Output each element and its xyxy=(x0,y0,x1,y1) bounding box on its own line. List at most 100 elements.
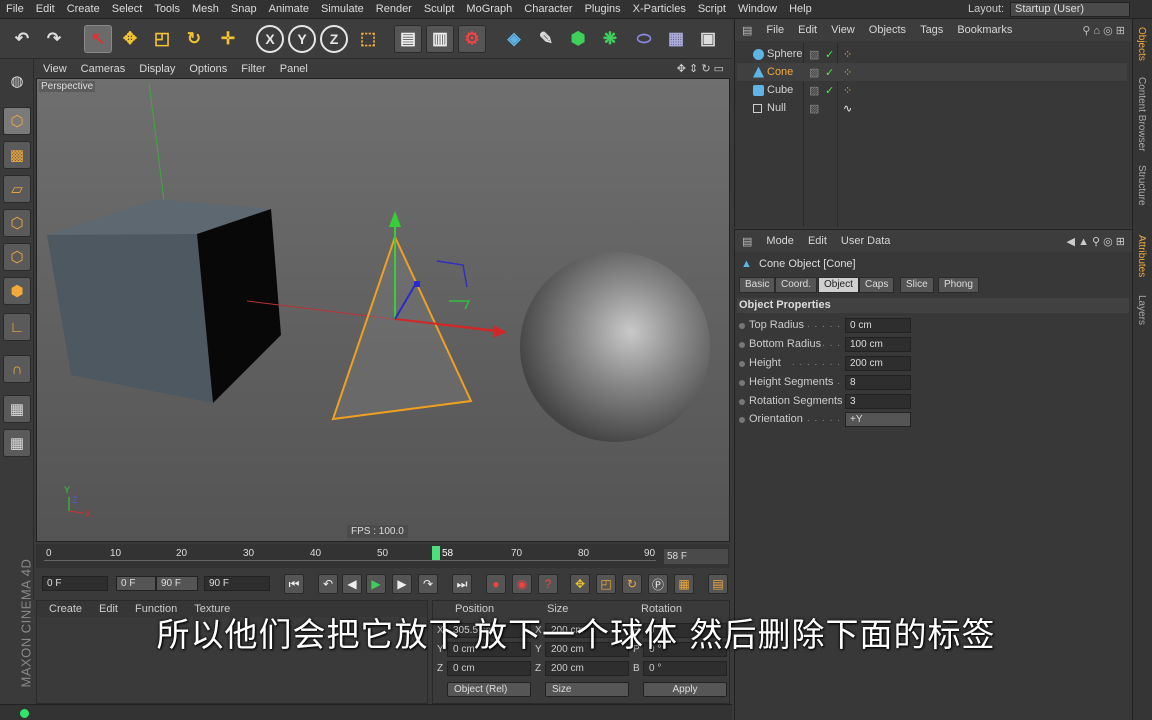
phong-tag-icon[interactable]: ⁘ xyxy=(843,48,852,61)
menu-sculpt[interactable]: Sculpt xyxy=(418,3,461,15)
menu-animate[interactable]: Animate xyxy=(263,3,315,15)
key-pla-icon[interactable]: ▦ xyxy=(674,574,694,594)
previous-key-icon[interactable]: ↶ xyxy=(318,574,338,594)
recent-tool-icon[interactable]: ✛ xyxy=(214,25,242,53)
next-key-icon[interactable]: ↷ xyxy=(418,574,438,594)
tab-object[interactable]: Object xyxy=(818,277,859,293)
cube-object-icon[interactable]: ◈ xyxy=(500,25,528,53)
current-frame-field[interactable]: 58 F xyxy=(664,549,728,564)
visibility-icon[interactable]: ▨ xyxy=(809,66,819,79)
subdivision-surface-icon[interactable]: ⬢ xyxy=(564,25,592,53)
cloner-icon[interactable]: ❋ xyxy=(596,25,624,53)
locked-workplane-icon[interactable]: ▦ xyxy=(3,429,31,457)
workplane-grid-icon[interactable]: ▦ xyxy=(3,395,31,423)
viewport-nav-icons[interactable]: ✥ ⇕ ↻ ▭ xyxy=(677,62,730,75)
key-position-icon[interactable]: ✥ xyxy=(570,574,590,594)
menu-mograph[interactable]: MoGraph xyxy=(460,3,518,15)
object-row-null[interactable]: Null ▨ ∿ xyxy=(737,99,1127,117)
height-segments-field[interactable]: 8 xyxy=(845,375,911,390)
height-field[interactable]: 200 cm xyxy=(845,356,911,371)
rotation-b-field[interactable]: 0 ° xyxy=(643,661,727,676)
rotate-icon[interactable]: ↻ xyxy=(180,25,208,53)
start-frame-field[interactable]: 0 F xyxy=(42,576,108,591)
am-menu-user-data[interactable]: User Data xyxy=(834,235,898,247)
timeline-window-icon[interactable]: ▤ xyxy=(708,574,728,594)
tab-phong[interactable]: Phong xyxy=(938,277,979,293)
apply-button[interactable]: Apply xyxy=(643,682,727,697)
viewport-menu-panel[interactable]: Panel xyxy=(273,63,315,75)
workplane-mode-icon[interactable]: ▱ xyxy=(3,175,31,203)
range-start-field[interactable]: 0 F xyxy=(116,576,156,591)
om-menu-tags[interactable]: Tags xyxy=(913,24,950,36)
bottom-radius-field[interactable]: 100 cm xyxy=(845,337,911,352)
timeline-playhead[interactable] xyxy=(432,546,440,560)
undo-icon[interactable]: ↶ xyxy=(8,25,36,53)
go-to-end-icon[interactable]: ⏭ xyxy=(452,574,472,594)
y-axis-icon[interactable]: Y xyxy=(288,25,316,53)
side-tab-structure[interactable]: Structure xyxy=(1136,165,1147,206)
autokey-icon[interactable]: ◉ xyxy=(512,574,532,594)
tab-basic[interactable]: Basic xyxy=(739,277,776,293)
live-selection-icon[interactable]: ↖ xyxy=(84,25,112,53)
rotation-segments-field[interactable]: 3 xyxy=(845,394,911,409)
menu-snap[interactable]: Snap xyxy=(225,3,263,15)
tab-caps[interactable]: Caps xyxy=(859,277,895,293)
phong-tag-icon[interactable]: ⁘ xyxy=(843,84,852,97)
menu-render[interactable]: Render xyxy=(370,3,418,15)
om-search-icons[interactable]: ⚲ ⌂ ◎ ⊞ xyxy=(1075,24,1132,37)
animate-dot-icon[interactable] xyxy=(739,380,745,386)
menu-script[interactable]: Script xyxy=(692,3,732,15)
visibility-icon[interactable]: ▨ xyxy=(809,84,819,97)
coord-mode-dropdown[interactable]: Object (Rel) xyxy=(447,682,531,697)
menu-tools[interactable]: Tools xyxy=(148,3,186,15)
z-axis-icon[interactable]: Z xyxy=(320,25,348,53)
expresso-tag-icon[interactable]: ∿ xyxy=(843,102,852,115)
render-settings-icon[interactable]: ⚙ xyxy=(458,25,486,53)
menu-mesh[interactable]: Mesh xyxy=(186,3,225,15)
viewport-menu-display[interactable]: Display xyxy=(132,63,182,75)
tab-coord[interactable]: Coord. xyxy=(775,277,818,293)
end-frame-field[interactable]: 90 F xyxy=(204,576,270,591)
points-mode-icon[interactable]: ⬡ xyxy=(3,209,31,237)
next-frame-icon[interactable]: ▶ xyxy=(392,574,412,594)
viewport-menu-filter[interactable]: Filter xyxy=(234,63,272,75)
tab-slice[interactable]: Slice xyxy=(900,277,934,293)
previous-frame-icon[interactable]: ◀ xyxy=(342,574,362,594)
floor-icon[interactable]: ▦ xyxy=(662,25,690,53)
menu-character[interactable]: Character xyxy=(518,3,578,15)
spline-pen-icon[interactable]: ✎ xyxy=(532,25,560,53)
render-picture-viewer-icon[interactable]: ▥ xyxy=(426,25,454,53)
timeline-ruler[interactable]: 0 10 20 30 40 50 58 70 80 90 58 F xyxy=(36,544,730,568)
side-tab-objects[interactable]: Objects xyxy=(1136,27,1147,61)
object-row-cube[interactable]: Cube ▨ ✓ ⁘ xyxy=(737,81,1127,99)
snap-magnet-icon[interactable]: ∩ xyxy=(3,355,31,383)
size-mode-dropdown[interactable]: Size xyxy=(545,682,629,697)
side-tab-content-browser[interactable]: Content Browser xyxy=(1136,77,1147,151)
move-icon[interactable]: ✥ xyxy=(116,25,144,53)
scale-icon[interactable]: ◰ xyxy=(148,25,176,53)
menu-file[interactable]: File xyxy=(0,3,30,15)
menu-select[interactable]: Select xyxy=(106,3,149,15)
axis-mode-icon[interactable]: ∟ xyxy=(3,313,31,341)
redo-icon[interactable]: ↷ xyxy=(40,25,68,53)
model-mode-icon[interactable]: ⬡ xyxy=(3,107,31,135)
go-to-start-icon[interactable]: ⏮ xyxy=(284,574,304,594)
animate-dot-icon[interactable] xyxy=(739,323,745,329)
animate-dot-icon[interactable] xyxy=(739,417,745,423)
om-menu-file[interactable]: File xyxy=(759,24,791,36)
edges-mode-icon[interactable]: ⬡ xyxy=(3,243,31,271)
visibility-icon[interactable]: ▨ xyxy=(809,48,819,61)
side-tab-attributes[interactable]: Attributes xyxy=(1136,235,1147,277)
enabled-check-icon[interactable]: ✓ xyxy=(825,48,834,61)
viewport-menu-cameras[interactable]: Cameras xyxy=(74,63,133,75)
menu-window[interactable]: Window xyxy=(732,3,783,15)
texture-mode-icon[interactable]: ▩ xyxy=(3,141,31,169)
menu-simulate[interactable]: Simulate xyxy=(315,3,370,15)
layout-select[interactable]: Startup (User) xyxy=(1010,2,1130,17)
om-menu-edit[interactable]: Edit xyxy=(791,24,824,36)
am-menu-mode[interactable]: Mode xyxy=(759,235,801,247)
menu-create[interactable]: Create xyxy=(61,3,106,15)
phong-tag-icon[interactable]: ⁘ xyxy=(843,66,852,79)
top-radius-field[interactable]: 0 cm xyxy=(845,318,911,333)
coordinate-system-icon[interactable]: ⬚ xyxy=(354,25,382,53)
